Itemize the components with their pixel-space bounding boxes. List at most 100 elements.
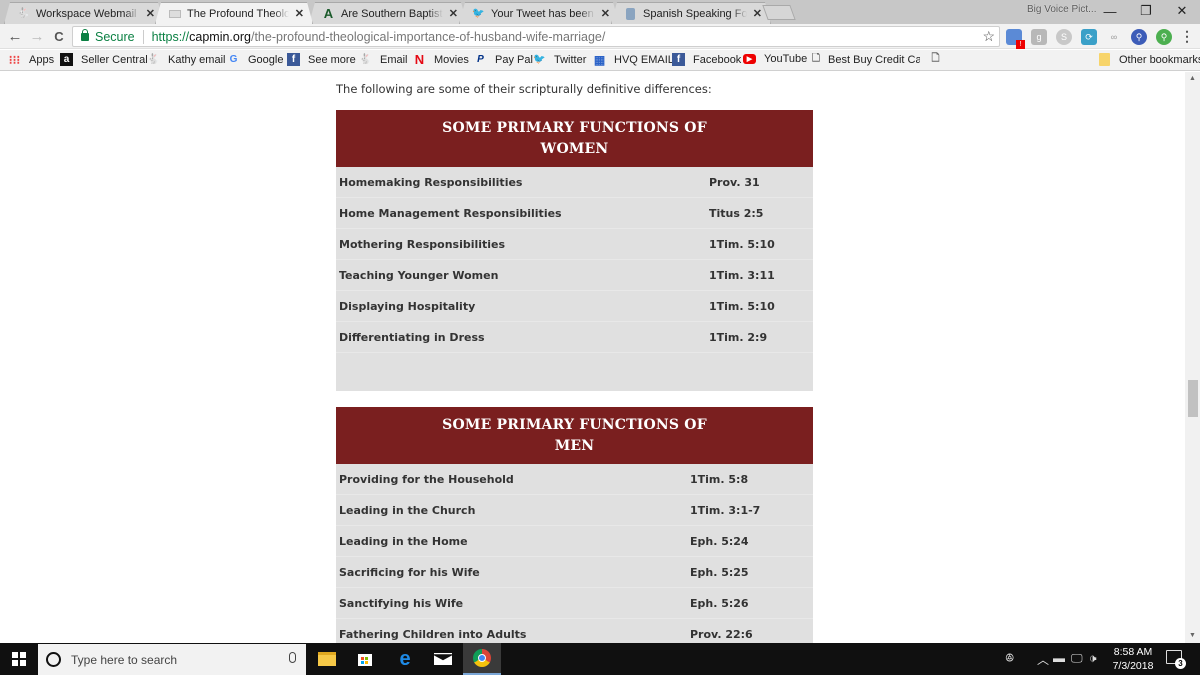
bookmark-paypal[interactable]: P Pay Pal [474, 53, 533, 66]
skype-extension-icon[interactable]: S [1056, 29, 1072, 45]
table-header: SOME PRIMARY FUNCTIONS OF MEN [336, 407, 813, 464]
file-explorer-taskbar-icon[interactable] [308, 643, 346, 675]
tab-close-icon[interactable]: ✕ [753, 7, 762, 20]
windows-taskbar: Type here to search e ꔮ ︿ ▬ 🖵 🕩 8:58 AM … [0, 643, 1200, 675]
scripture-reference: 1Tim. 3:11 [709, 269, 775, 282]
bookmark-apps[interactable]: ⁝⁝⁝ Apps [8, 53, 54, 67]
tab-close-icon[interactable]: ✕ [146, 7, 155, 20]
show-hidden-icons[interactable]: ︿ [1037, 651, 1049, 668]
table-row: Differentiating in Dress 1Tim. 2:9 [336, 322, 813, 353]
link-extension-icon[interactable]: ∞ [1106, 29, 1122, 45]
zoom-extension-icon[interactable]: ⚲ [1156, 29, 1172, 45]
other-bookmarks[interactable]: Other bookmarks [1098, 53, 1200, 66]
window-title: Big Voice Pict... [1027, 4, 1097, 15]
bookmark-twitter[interactable]: 🐦 Twitter [533, 53, 586, 66]
bookmark-facebook[interactable]: f Facebook [672, 53, 741, 66]
bookmark-movies[interactable]: N Movies [413, 52, 469, 67]
bookmark-seller-central[interactable]: a Seller Central [60, 53, 148, 66]
tab-close-icon[interactable]: ✕ [295, 7, 304, 20]
tab-close-icon[interactable]: ✕ [449, 7, 458, 20]
minimize-button[interactable]: — [1090, 0, 1130, 22]
lock-icon [81, 28, 89, 41]
battery-icon[interactable]: ▬ [1053, 651, 1065, 665]
windows-logo-icon [12, 652, 26, 666]
search-placeholder: Type here to search [71, 652, 178, 667]
table-row: Displaying Hospitality 1Tim. 5:10 [336, 291, 813, 322]
volume-icon[interactable]: 🕩 [1089, 651, 1097, 666]
notification-count-badge: 3 [1175, 658, 1186, 669]
tab-southern-baptists[interactable]: A Are Southern Baptists Tu ✕ [309, 2, 467, 24]
url-host: capmin.org [189, 29, 251, 44]
function-name: Leading in the Home [339, 535, 468, 548]
folder-icon [1098, 53, 1111, 66]
microphone-icon[interactable] [289, 652, 296, 663]
page-favicon-icon [168, 7, 181, 20]
table-title-line1: SOME PRIMARY FUNCTIONS OF [442, 120, 707, 136]
address-bar[interactable]: Secure https://capmin.org/the-profound-t… [72, 26, 1000, 47]
bookmark-untitled[interactable]: 🗋 [929, 53, 950, 66]
bookmark-star-icon[interactable]: ☆ [982, 28, 995, 45]
table-row: Leading in the Home Eph. 5:24 [336, 526, 813, 557]
clock-date: 7/3/2018 [1112, 660, 1154, 672]
divider [142, 29, 144, 44]
new-tab-button[interactable] [762, 5, 796, 20]
scroll-down-arrow-icon[interactable]: ▼ [1185, 629, 1200, 643]
facebook-icon: f [287, 53, 300, 66]
edge-taskbar-icon[interactable]: e [386, 643, 424, 675]
page-content: The following are some of their scriptur… [0, 72, 1185, 643]
url-path: /the-profound-theological-importance-of-… [250, 29, 606, 44]
tab-close-icon[interactable]: ✕ [601, 7, 610, 20]
mail-favicon-icon: 🐇 [359, 54, 372, 65]
youtube-icon: ▶ [743, 54, 756, 64]
vertical-scrollbar[interactable]: ▲ ▼ [1185, 72, 1200, 643]
scripture-reference: 1Tim. 5:10 [709, 300, 775, 313]
scripture-reference: 1Tim. 5:10 [709, 238, 775, 251]
women-rows: Homemaking Responsibilities Prov. 31 Home … [336, 167, 813, 353]
reload-button[interactable]: C [50, 28, 68, 45]
function-name: Differentiating in Dress [339, 331, 485, 344]
store-taskbar-icon[interactable] [346, 643, 384, 675]
search-extension-icon[interactable]: ⚲ [1131, 29, 1147, 45]
twitter-icon: 🐦 [533, 54, 546, 65]
maximize-button[interactable]: ❐ [1126, 0, 1166, 22]
chrome-menu-icon[interactable]: ⋮ [1178, 28, 1196, 45]
intro-text: The following are some of their scriptur… [336, 82, 712, 96]
taskbar-clock[interactable]: 8:58 AM 7/3/2018 [1108, 645, 1158, 673]
facebook-icon: f [672, 53, 685, 66]
network-icon[interactable]: 🖵 [1071, 651, 1083, 666]
close-window-button[interactable]: ✕ [1162, 0, 1200, 22]
tab-spanish-speaking[interactable]: Spanish Speaking Forens ✕ [611, 2, 771, 24]
bookmark-kathy-email[interactable]: 🐇 Kathy email [147, 53, 225, 66]
scrollbar-thumb[interactable] [1188, 380, 1198, 417]
table-row: Teaching Younger Women 1Tim. 3:11 [336, 260, 813, 291]
google-plus-extension-icon[interactable]: g [1031, 29, 1047, 45]
bible-favicon-icon: A [323, 6, 334, 21]
page-icon: 🗋 [812, 53, 821, 64]
bookmark-email[interactable]: 🐇 Email [359, 53, 407, 66]
back-button[interactable]: ← [6, 28, 24, 45]
scripture-reference: 1Tim. 5:8 [690, 473, 749, 486]
sync-extension-icon[interactable]: ⟳ [1081, 29, 1097, 45]
bookmark-hvq-email[interactable]: ▦ HVQ EMAIL [593, 53, 674, 67]
tab-tweet-posted[interactable]: 🐦 Your Tweet has been pos ✕ [459, 2, 619, 24]
bookmark-youtube[interactable]: ▶ YouTube [743, 53, 807, 65]
taskbar-search-input[interactable]: Type here to search [38, 644, 306, 675]
function-name: Teaching Younger Women [339, 269, 499, 282]
people-icon[interactable]: ꔮ [1005, 651, 1014, 666]
table-title-line2: MEN [554, 438, 595, 454]
tab-profound-theological[interactable]: The Profound Theologica ✕ [155, 2, 313, 24]
bookmark-google[interactable]: G Google [227, 53, 284, 66]
bookmark-best-buy[interactable]: 🗋Best Buy Credit Card [812, 53, 920, 66]
start-button[interactable] [0, 643, 38, 675]
secure-label: Secure [95, 29, 135, 44]
scripture-reference: 1Tim. 2:9 [709, 331, 768, 344]
mail-taskbar-icon[interactable] [424, 643, 462, 675]
chrome-taskbar-icon[interactable] [463, 643, 501, 675]
scroll-up-arrow-icon[interactable]: ▲ [1185, 72, 1200, 86]
bookmark-see-more[interactable]: f See more [287, 53, 356, 66]
forward-button[interactable]: → [28, 28, 46, 45]
function-name: Displaying Hospitality [339, 300, 476, 313]
calendar-extension-icon[interactable]: ! [1006, 29, 1025, 49]
function-name: Homemaking Responsibilities [339, 176, 523, 189]
tab-workspace-webmail[interactable]: 🐇 Workspace Webmail :: Ma ✕ [4, 2, 164, 24]
